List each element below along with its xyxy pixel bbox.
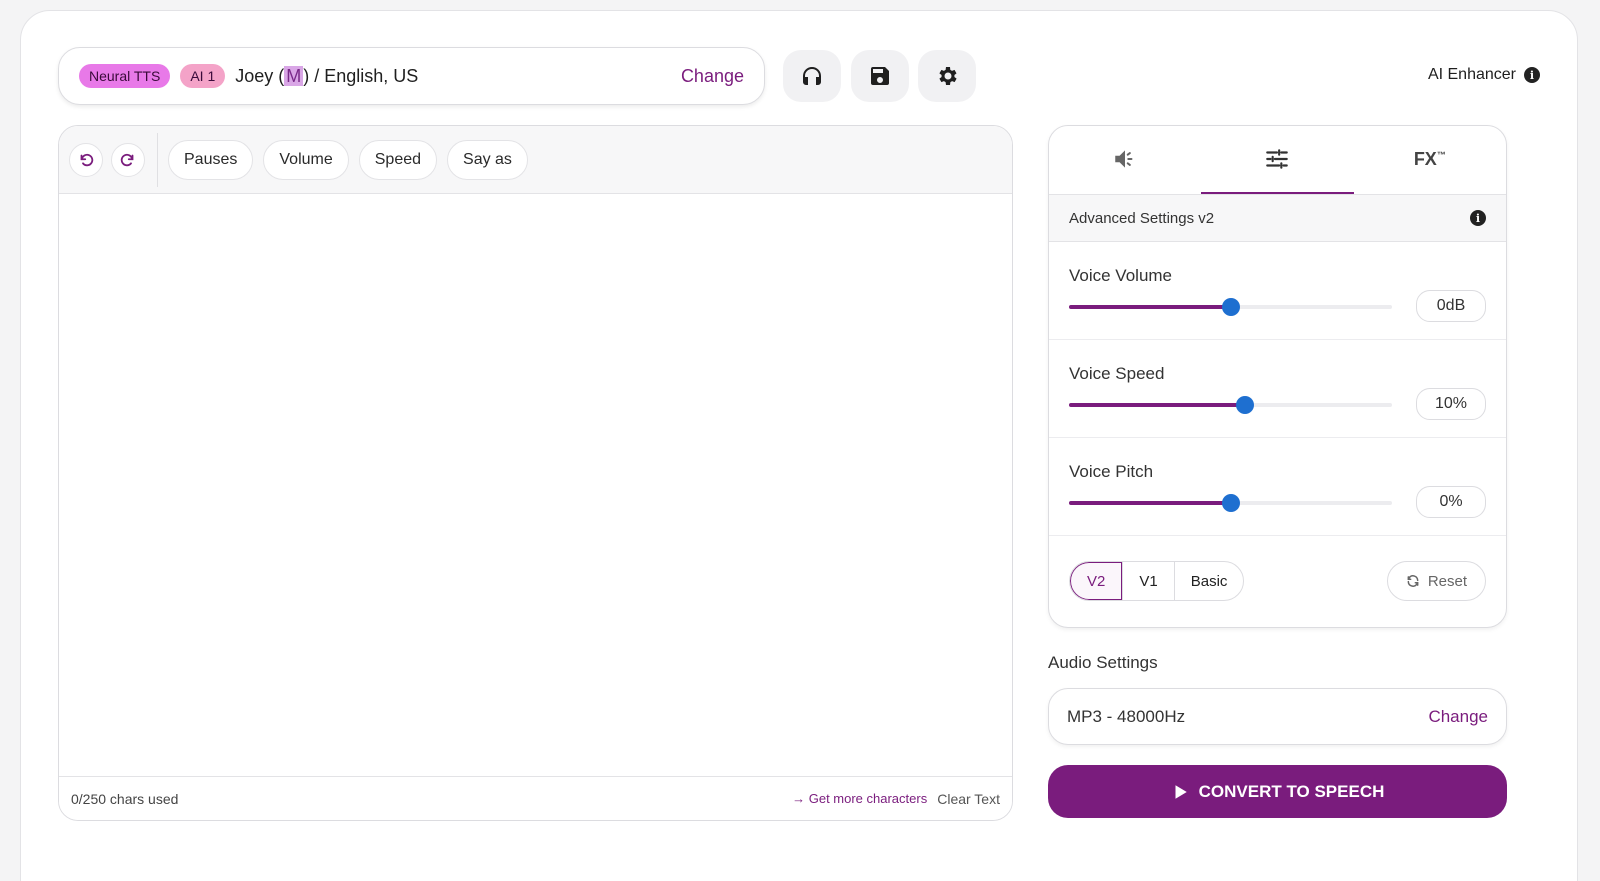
info-icon[interactable]: i xyxy=(1524,67,1540,83)
slider-label: Voice Speed xyxy=(1069,364,1165,383)
ai-badge: AI 1 xyxy=(180,64,226,88)
advanced-settings-header: Advanced Settings v2 i xyxy=(1049,194,1506,242)
undo-button[interactable] xyxy=(69,142,103,177)
audio-format-box: MP3 - 48000Hz Change xyxy=(1048,688,1507,745)
tab-fx[interactable]: FX™ xyxy=(1354,126,1506,194)
toolbar-divider xyxy=(157,132,158,187)
convert-label: CONVERT TO SPEECH xyxy=(1198,781,1385,801)
voice-selector[interactable]: Neural TTS AI 1 Joey (M) / English, US C… xyxy=(58,47,765,105)
slider-fill xyxy=(1069,403,1246,407)
voice-pitch-row: Voice Pitch 0% xyxy=(1049,438,1506,536)
version-v1-button[interactable]: V1 xyxy=(1122,562,1173,600)
version-row: V2 V1 Basic Reset xyxy=(1049,536,1506,626)
save-button[interactable] xyxy=(851,50,909,102)
audio-settings-title: Audio Settings xyxy=(1048,653,1158,672)
text-editor-panel: Pauses Volume Speed Say as 0/250 chars u… xyxy=(58,125,1013,821)
editor-footer: 0/250 chars used → Get more characters C… xyxy=(59,776,1012,820)
version-selector: V2 V1 Basic xyxy=(1069,561,1245,601)
settings-tabs: FX™ xyxy=(1049,126,1506,194)
speed-button[interactable]: Speed xyxy=(358,139,438,180)
voice-volume-row: Voice Volume 0dB xyxy=(1049,242,1506,340)
chars-used-counter: 0/250 chars used xyxy=(71,790,179,807)
slider-fill xyxy=(1069,501,1231,505)
reset-button[interactable]: Reset xyxy=(1386,561,1486,601)
change-voice-button[interactable]: Change xyxy=(681,66,744,87)
fx-label: FX™ xyxy=(1413,148,1446,169)
voice-pitch-slider[interactable] xyxy=(1069,494,1392,512)
settings-button[interactable] xyxy=(918,50,976,102)
settings-panel: FX™ Advanced Settings v2 i Voice Volume … xyxy=(1048,125,1507,628)
convert-to-speech-button[interactable]: CONVERT TO SPEECH xyxy=(1048,765,1507,818)
volume-button[interactable]: Volume xyxy=(263,139,349,180)
voice-volume-value[interactable]: 0dB xyxy=(1416,290,1486,322)
voice-name: Joey (M) / English, US xyxy=(235,65,419,86)
gear-icon xyxy=(939,67,957,85)
ai-enhancer-label: AI Enhancer xyxy=(1427,66,1516,83)
change-audio-button[interactable]: Change xyxy=(1428,707,1488,727)
headphones-icon xyxy=(803,67,821,85)
refresh-icon xyxy=(1407,575,1419,587)
say-as-button[interactable]: Say as xyxy=(447,139,528,180)
pauses-button[interactable]: Pauses xyxy=(168,139,254,180)
editor-toolbar: Pauses Volume Speed Say as xyxy=(59,126,1012,194)
audio-format-value: MP3 - 48000Hz xyxy=(1067,706,1186,726)
version-basic-button[interactable]: Basic xyxy=(1173,562,1244,600)
voice-speed-slider[interactable] xyxy=(1069,396,1392,414)
voice-volume-slider[interactable] xyxy=(1069,298,1392,316)
text-input-area[interactable] xyxy=(59,194,1012,778)
reset-label: Reset xyxy=(1427,572,1467,590)
voice-pitch-value[interactable]: 0% xyxy=(1416,486,1486,518)
get-more-characters-link[interactable]: → Get more characters xyxy=(792,791,927,806)
voice-speed-row: Voice Speed 10% xyxy=(1049,340,1506,438)
slider-thumb[interactable] xyxy=(1221,494,1240,512)
tab-voice[interactable] xyxy=(1049,126,1201,194)
slider-label: Voice Pitch xyxy=(1069,462,1154,481)
play-icon xyxy=(1175,784,1187,799)
ai-enhancer[interactable]: AI Enhancer i xyxy=(1428,66,1540,84)
redo-icon xyxy=(120,153,134,166)
info-icon[interactable]: i xyxy=(1470,210,1486,226)
slider-thumb[interactable] xyxy=(1221,298,1240,316)
redo-button[interactable] xyxy=(111,142,145,177)
neural-tts-badge: Neural TTS xyxy=(79,64,171,88)
speaker-icon xyxy=(1115,150,1133,168)
tab-advanced[interactable] xyxy=(1201,126,1354,194)
version-v2-button[interactable]: V2 xyxy=(1070,562,1123,600)
undo-icon xyxy=(80,153,94,166)
save-icon xyxy=(871,67,889,85)
advanced-settings-title: Advanced Settings v2 xyxy=(1069,209,1215,227)
sliders-icon xyxy=(1266,149,1289,169)
gender-marker: M xyxy=(284,65,304,86)
slider-thumb[interactable] xyxy=(1236,396,1255,414)
voice-speed-value[interactable]: 10% xyxy=(1416,388,1486,420)
preview-headphones-button[interactable] xyxy=(783,50,841,102)
slider-label: Voice Volume xyxy=(1069,266,1173,285)
clear-text-button[interactable]: Clear Text xyxy=(937,791,1000,807)
slider-fill xyxy=(1069,305,1231,309)
